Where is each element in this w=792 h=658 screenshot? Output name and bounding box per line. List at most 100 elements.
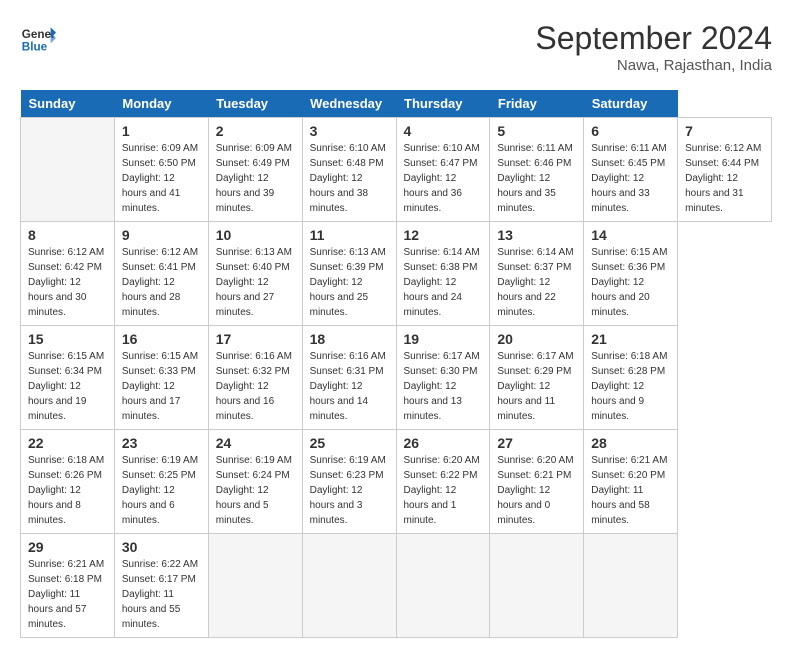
table-row: 3 Sunrise: 6:10 AMSunset: 6:48 PMDaylight… [302,118,396,222]
table-row: 25 Sunrise: 6:19 AMSunset: 6:23 PMDayligh… [302,430,396,534]
table-row: 9 Sunrise: 6:12 AMSunset: 6:41 PMDaylight… [114,222,208,326]
day-number: 13 [497,227,576,243]
table-row: 30 Sunrise: 6:22 AMSunset: 6:17 PMDayligh… [114,534,208,638]
day-info: Sunrise: 6:19 AMSunset: 6:24 PMDaylight:… [216,453,295,528]
table-row: 24 Sunrise: 6:19 AMSunset: 6:24 PMDayligh… [208,430,302,534]
day-number: 2 [216,123,295,139]
table-row: 29Sunrise: 6:21 AMSunset: 6:18 PMDayligh… [21,534,115,638]
table-row: 28 Sunrise: 6:21 AMSunset: 6:20 PMDayligh… [584,430,678,534]
day-number: 8 [28,227,107,243]
day-info: Sunrise: 6:14 AMSunset: 6:38 PMDaylight:… [404,245,483,320]
day-info: Sunrise: 6:18 AMSunset: 6:26 PMDaylight:… [28,453,107,528]
day-info: Sunrise: 6:19 AMSunset: 6:23 PMDaylight:… [310,453,389,528]
calendar-header-row: Sunday Monday Tuesday Wednesday Thursday… [21,90,772,118]
day-number: 5 [497,123,576,139]
day-number: 21 [591,331,670,347]
table-row [396,534,490,638]
day-info: Sunrise: 6:14 AMSunset: 6:37 PMDaylight:… [497,245,576,320]
table-row: 18 Sunrise: 6:16 AMSunset: 6:31 PMDayligh… [302,326,396,430]
day-number: 23 [122,435,201,451]
day-number: 10 [216,227,295,243]
table-row: 26 Sunrise: 6:20 AMSunset: 6:22 PMDayligh… [396,430,490,534]
day-number: 22 [28,435,107,451]
day-info: Sunrise: 6:10 AMSunset: 6:47 PMDaylight:… [404,141,483,216]
day-info: Sunrise: 6:10 AMSunset: 6:48 PMDaylight:… [310,141,389,216]
table-row: 22 Sunrise: 6:18 AMSunset: 6:26 PMDayligh… [21,430,115,534]
day-number: 25 [310,435,389,451]
calendar-table: Sunday Monday Tuesday Wednesday Thursday… [20,90,772,638]
day-number: 6 [591,123,670,139]
table-row: 14 Sunrise: 6:15 AMSunset: 6:36 PMDayligh… [584,222,678,326]
day-number: 3 [310,123,389,139]
table-row: 6 Sunrise: 6:11 AMSunset: 6:45 PMDaylight… [584,118,678,222]
header-saturday: Saturday [584,90,678,118]
location: Nawa, Rajasthan, India [535,57,772,74]
day-number: 7 [685,123,764,139]
day-info: Sunrise: 6:12 AMSunset: 6:44 PMDaylight:… [685,141,764,216]
day-info: Sunrise: 6:13 AMSunset: 6:39 PMDaylight:… [310,245,389,320]
header-thursday: Thursday [396,90,490,118]
table-row: 4 Sunrise: 6:10 AMSunset: 6:47 PMDaylight… [396,118,490,222]
table-row: 21 Sunrise: 6:18 AMSunset: 6:28 PMDayligh… [584,326,678,430]
day-info: Sunrise: 6:12 AMSunset: 6:41 PMDaylight:… [122,245,201,320]
day-info: Sunrise: 6:17 AMSunset: 6:30 PMDaylight:… [404,349,483,424]
calendar-week-2: 8Sunrise: 6:12 AMSunset: 6:42 PMDaylight… [21,222,772,326]
day-info: Sunrise: 6:11 AMSunset: 6:46 PMDaylight:… [497,141,576,216]
day-info: Sunrise: 6:20 AMSunset: 6:21 PMDaylight:… [497,453,576,528]
day-info: Sunrise: 6:19 AMSunset: 6:25 PMDaylight:… [122,453,201,528]
logo: General Blue [20,20,56,56]
table-row: 11 Sunrise: 6:13 AMSunset: 6:39 PMDayligh… [302,222,396,326]
header-monday: Monday [114,90,208,118]
logo-icon: General Blue [20,20,56,56]
day-number: 4 [404,123,483,139]
day-number: 20 [497,331,576,347]
day-number: 9 [122,227,201,243]
day-number: 17 [216,331,295,347]
empty-cell [21,118,115,222]
day-number: 26 [404,435,483,451]
month-title: September 2024 [535,20,772,57]
day-number: 12 [404,227,483,243]
calendar-week-4: 22 Sunrise: 6:18 AMSunset: 6:26 PMDayligh… [21,430,772,534]
table-row [584,534,678,638]
day-info: Sunrise: 6:17 AMSunset: 6:29 PMDaylight:… [497,349,576,424]
day-number: 15 [28,331,107,347]
table-row: 5 Sunrise: 6:11 AMSunset: 6:46 PMDaylight… [490,118,584,222]
day-number: 30 [122,539,201,555]
table-row: 8Sunrise: 6:12 AMSunset: 6:42 PMDaylight… [21,222,115,326]
table-row: 20 Sunrise: 6:17 AMSunset: 6:29 PMDayligh… [490,326,584,430]
day-number: 14 [591,227,670,243]
table-row: 7 Sunrise: 6:12 AMSunset: 6:44 PMDaylight… [678,118,772,222]
table-row: 1Sunrise: 6:09 AMSunset: 6:50 PMDaylight… [114,118,208,222]
day-number: 28 [591,435,670,451]
table-row: 17 Sunrise: 6:16 AMSunset: 6:32 PMDayligh… [208,326,302,430]
day-info: Sunrise: 6:18 AMSunset: 6:28 PMDaylight:… [591,349,670,424]
header-wednesday: Wednesday [302,90,396,118]
day-info: Sunrise: 6:22 AMSunset: 6:17 PMDaylight:… [122,557,201,632]
header-friday: Friday [490,90,584,118]
day-number: 29 [28,539,107,555]
table-row: 27 Sunrise: 6:20 AMSunset: 6:21 PMDayligh… [490,430,584,534]
day-info: Sunrise: 6:16 AMSunset: 6:32 PMDaylight:… [216,349,295,424]
day-number: 27 [497,435,576,451]
table-row: 19 Sunrise: 6:17 AMSunset: 6:30 PMDayligh… [396,326,490,430]
calendar-week-1: 1Sunrise: 6:09 AMSunset: 6:50 PMDaylight… [21,118,772,222]
day-info: Sunrise: 6:21 AMSunset: 6:20 PMDaylight:… [591,453,670,528]
day-number: 18 [310,331,389,347]
day-info: Sunrise: 6:11 AMSunset: 6:45 PMDaylight:… [591,141,670,216]
day-number: 1 [122,123,201,139]
day-number: 24 [216,435,295,451]
title-block: September 2024 Nawa, Rajasthan, India [535,20,772,74]
day-number: 16 [122,331,201,347]
day-info: Sunrise: 6:13 AMSunset: 6:40 PMDaylight:… [216,245,295,320]
day-info: Sunrise: 6:15 AMSunset: 6:34 PMDaylight:… [28,349,107,424]
day-number: 11 [310,227,389,243]
day-info: Sunrise: 6:20 AMSunset: 6:22 PMDaylight:… [404,453,483,528]
table-row [208,534,302,638]
day-info: Sunrise: 6:15 AMSunset: 6:36 PMDaylight:… [591,245,670,320]
day-number: 19 [404,331,483,347]
table-row: 12 Sunrise: 6:14 AMSunset: 6:38 PMDayligh… [396,222,490,326]
table-row: 16Sunrise: 6:15 AMSunset: 6:33 PMDayligh… [114,326,208,430]
table-row: 23 Sunrise: 6:19 AMSunset: 6:25 PMDayligh… [114,430,208,534]
day-info: Sunrise: 6:16 AMSunset: 6:31 PMDaylight:… [310,349,389,424]
